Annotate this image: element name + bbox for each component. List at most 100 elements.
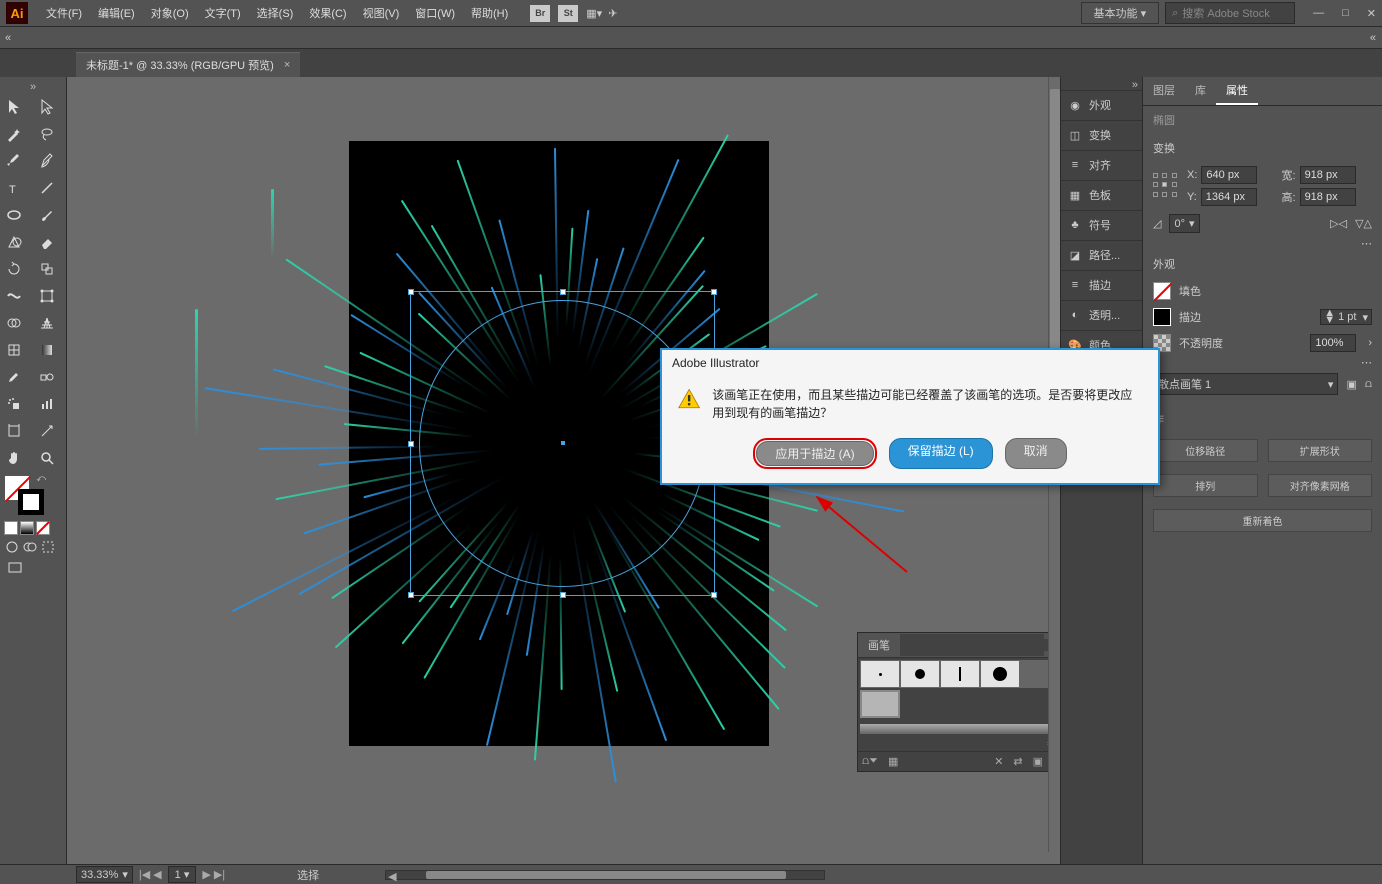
brush-library-menu-icon[interactable]: ▦ <box>888 755 898 768</box>
appearance-more-icon[interactable]: ⋯ <box>1143 356 1382 369</box>
pen-tool[interactable] <box>0 147 28 174</box>
free-transform-tool[interactable] <box>33 282 61 309</box>
brush-swatch-selected[interactable] <box>860 690 900 718</box>
search-stock-input[interactable]: ⌕搜索 Adobe Stock <box>1165 2 1295 24</box>
rotate-tool[interactable] <box>0 255 28 282</box>
direct-selection-tool[interactable] <box>33 93 61 120</box>
gradient-tool[interactable] <box>33 336 61 363</box>
document-tab[interactable]: 未标题-1* @ 33.33% (RGB/GPU 预览) × <box>76 52 300 77</box>
curvature-tool[interactable] <box>33 147 61 174</box>
tab-libraries[interactable]: 库 <box>1185 77 1216 105</box>
selection-handle-s[interactable] <box>560 592 566 598</box>
menu-edit[interactable]: 编辑(E) <box>90 5 143 21</box>
zoom-tool[interactable] <box>33 444 61 471</box>
flip-horizontal-icon[interactable]: ▷◁ <box>1330 217 1347 230</box>
draw-inside[interactable] <box>40 539 56 555</box>
brushes-panel[interactable]: 画笔 »≡ 基本 ⩍⏷ ▦ <box>857 632 1060 772</box>
dock-collapse-icon[interactable]: » <box>1061 79 1142 89</box>
scroll-left-icon[interactable]: ◀ <box>388 870 396 883</box>
brush-options-icon[interactable]: ⇄ <box>1013 755 1022 768</box>
bridge-icon[interactable]: Br <box>530 5 550 22</box>
selection-handle-ne[interactable] <box>711 289 717 295</box>
canvas-scrollbar-horizontal[interactable]: ◀ <box>385 870 825 880</box>
selection-tool[interactable] <box>0 93 28 120</box>
fill-color-swatch[interactable] <box>1153 282 1171 300</box>
window-close[interactable]: ✕ <box>1367 7 1376 20</box>
ellipse-tool[interactable] <box>0 201 28 228</box>
stock-icon[interactable]: St <box>558 5 578 22</box>
scale-tool[interactable] <box>33 255 61 282</box>
magic-wand-tool[interactable] <box>0 120 28 147</box>
scrollbar-thumb-h[interactable] <box>426 871 786 879</box>
menu-view[interactable]: 视图(V) <box>355 5 408 21</box>
tab-layers[interactable]: 图层 <box>1143 77 1185 105</box>
selection-handle-n[interactable] <box>560 289 566 295</box>
draw-behind[interactable] <box>22 539 38 555</box>
slice-tool[interactable] <box>33 417 61 444</box>
height-input[interactable] <box>1300 188 1356 206</box>
brush-libraries-icon[interactable]: ⩍⏷ <box>862 755 878 768</box>
menu-file[interactable]: 文件(F) <box>38 5 90 21</box>
color-mode-solid[interactable] <box>4 521 18 535</box>
menu-object[interactable]: 对象(O) <box>143 5 197 21</box>
remove-brush-stroke-icon[interactable]: ✕ <box>994 755 1003 768</box>
brush-select[interactable]: 散点画笔 1▾ <box>1153 373 1338 395</box>
next-artboard-icon[interactable]: ▶ <box>202 868 210 881</box>
selection-handle-nw[interactable] <box>408 289 414 295</box>
menu-effect[interactable]: 效果(C) <box>301 5 354 21</box>
rotate-input[interactable]: 0°▾ <box>1169 214 1199 233</box>
prev-artboard-icon[interactable]: ◀ <box>153 868 161 881</box>
menu-help[interactable]: 帮助(H) <box>463 5 516 21</box>
transform-more-icon[interactable]: ⋯ <box>1143 237 1382 250</box>
artboard-tool[interactable] <box>0 417 28 444</box>
gpu-icon[interactable]: ✈ <box>608 7 617 20</box>
toolbar-collapse-icon[interactable]: « <box>0 32 16 44</box>
zoom-select[interactable]: 33.33%▾ <box>76 866 133 883</box>
screen-mode[interactable] <box>4 559 26 577</box>
selection-handle-w[interactable] <box>408 441 414 447</box>
blend-tool[interactable] <box>33 363 61 390</box>
draw-normal[interactable] <box>4 539 20 555</box>
arrange-button[interactable]: 排列 <box>1153 474 1258 497</box>
eraser-tool[interactable] <box>33 228 61 255</box>
dock-pathfinder[interactable]: ◪路径... <box>1061 240 1142 269</box>
symbol-sprayer-tool[interactable] <box>0 390 28 417</box>
brush-swatch-2[interactable] <box>900 660 940 688</box>
selection-handle-se[interactable] <box>711 592 717 598</box>
panel-collapse-icon[interactable]: « <box>1370 32 1382 44</box>
window-maximize[interactable]: □ <box>1342 7 1349 20</box>
dock-appearance[interactable]: ◉外观 <box>1061 90 1142 119</box>
last-artboard-icon[interactable]: ▶| <box>214 868 225 881</box>
close-tab-icon[interactable]: × <box>284 59 290 71</box>
eyedropper-tool[interactable] <box>0 363 28 390</box>
brushes-panel-tab[interactable]: 画笔 <box>858 633 900 657</box>
dock-transparency[interactable]: ◐透明... <box>1061 300 1142 329</box>
selection-handle-sw[interactable] <box>408 592 414 598</box>
toolbar-grip-icon[interactable]: » <box>0 81 66 93</box>
apply-stroke-button[interactable]: 应用于描边 (A) <box>756 441 873 466</box>
color-mode-gradient[interactable] <box>20 521 34 535</box>
shape-builder-tool[interactable] <box>0 309 28 336</box>
width-tool[interactable] <box>0 282 28 309</box>
flip-vertical-icon[interactable]: ▽△ <box>1355 217 1372 230</box>
dock-swatches[interactable]: ▦色板 <box>1061 180 1142 209</box>
perspective-grid-tool[interactable] <box>33 309 61 336</box>
artboard-number[interactable]: 1 ▾ <box>168 866 197 883</box>
brush-flyout-2-icon[interactable]: ⩍ <box>1365 378 1372 391</box>
swap-fill-stroke-icon[interactable]: ⤺ <box>36 473 46 484</box>
recolor-button[interactable]: 重新着色 <box>1153 509 1372 532</box>
brush-swatch-4[interactable] <box>980 660 1020 688</box>
color-mode-none[interactable] <box>36 521 50 535</box>
stroke-color-swatch[interactable] <box>1153 308 1171 326</box>
expand-shape-button[interactable]: 扩展形状 <box>1268 439 1373 462</box>
menu-window[interactable]: 窗口(W) <box>407 5 463 21</box>
window-minimize[interactable]: — <box>1313 7 1324 20</box>
align-pixel-button[interactable]: 对齐像素网格 <box>1268 474 1373 497</box>
offset-path-button[interactable]: 位移路径 <box>1153 439 1258 462</box>
line-segment-tool[interactable] <box>33 174 61 201</box>
paintbrush-tool[interactable] <box>33 201 61 228</box>
dock-align[interactable]: ≡对齐 <box>1061 150 1142 179</box>
shaper-tool[interactable] <box>0 228 28 255</box>
scrollbar-thumb-v[interactable] <box>1050 89 1060 349</box>
dock-transform[interactable]: ◫变换 <box>1061 120 1142 149</box>
